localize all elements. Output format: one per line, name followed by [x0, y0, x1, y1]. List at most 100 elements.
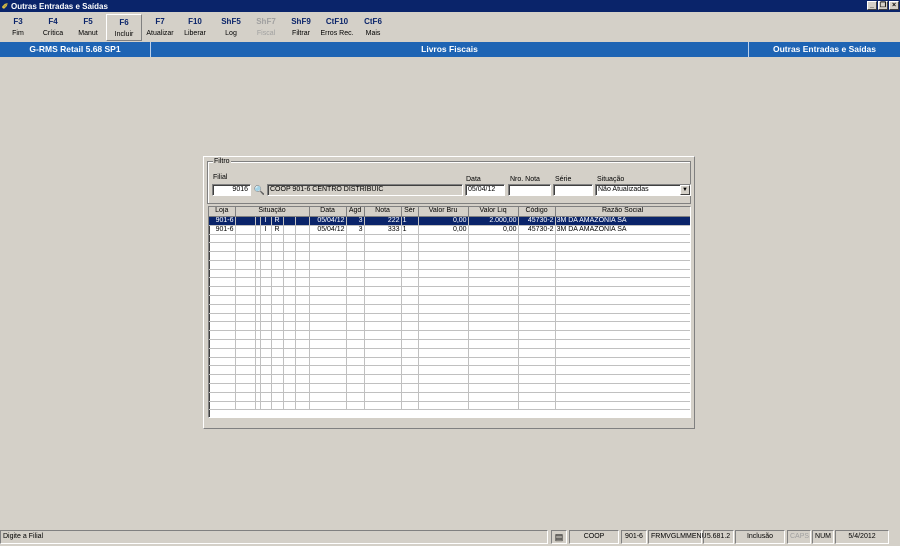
empty-cell: [418, 365, 469, 376]
empty-cell: [309, 374, 347, 385]
empty-cell: [209, 269, 236, 279]
toolbar-button-log[interactable]: ShF5 Log: [213, 14, 249, 41]
fkey-label: Mais: [365, 30, 381, 37]
empty-cell: [468, 348, 519, 358]
toolbar-button-incluir[interactable]: F6 Incluir: [106, 14, 142, 41]
empty-cell: [309, 234, 347, 244]
empty-cell: [364, 251, 402, 261]
empty-cell: [235, 286, 256, 297]
empty-cell: [555, 251, 690, 261]
empty-cell: [518, 234, 556, 244]
toolbar-button-manut[interactable]: F5 Manut: [70, 14, 106, 41]
filial-input[interactable]: 9016: [212, 184, 251, 196]
empty-cell: [283, 269, 296, 279]
cell-agd: 3: [346, 216, 365, 226]
col-header-agd[interactable]: Agd: [346, 207, 365, 217]
toolbar-button-erros-rec[interactable]: CtF10 Erros Rec.: [319, 14, 355, 41]
empty-cell: [418, 295, 469, 305]
empty-cell: [468, 339, 519, 349]
empty-row: [209, 330, 690, 341]
cell-valor-liq: 2.000,00: [468, 216, 519, 226]
empty-cell: [518, 286, 556, 297]
empty-cell: [295, 234, 310, 244]
nro-nota-input[interactable]: [508, 184, 551, 196]
main-panel: Filtro Filial 9016 🔍 COOP 901-6 CENTRO D…: [203, 156, 695, 429]
col-header-nota[interactable]: Nota: [364, 207, 402, 217]
empty-cell: [209, 383, 236, 393]
results-grid[interactable]: Loja Situação Data Agd Nota Sér Valor Br…: [208, 206, 691, 418]
empty-cell: [555, 269, 690, 279]
col-header-valor-bru[interactable]: Valor Bru: [418, 207, 469, 217]
empty-cell: [518, 242, 556, 253]
toolbar-button-fiscal[interactable]: ShF7 Fiscal: [248, 14, 284, 41]
col-header-loja[interactable]: Loja: [209, 207, 236, 217]
empty-cell: [468, 374, 519, 385]
col-header-ser[interactable]: Sér: [401, 207, 419, 217]
cell-situacao-4: R: [271, 225, 284, 235]
chevron-down-icon[interactable]: ▼: [680, 185, 690, 195]
empty-cell: [401, 242, 419, 253]
empty-cell: [401, 260, 419, 270]
filter-legend: Filtro: [213, 158, 231, 165]
empty-cell: [468, 321, 519, 332]
empty-cell: [401, 348, 419, 358]
toolbar-button-liberar[interactable]: F10 Liberar: [177, 14, 213, 41]
situacao-select[interactable]: Não Atualizadas ▼: [595, 184, 691, 196]
empty-cell: [260, 242, 272, 253]
data-input[interactable]: 05/04/12: [465, 184, 505, 196]
toolbar-button-mais[interactable]: CtF6 Mais: [355, 14, 391, 41]
empty-cell: [468, 242, 519, 253]
empty-cell: [518, 374, 556, 385]
empty-cell: [346, 260, 365, 270]
empty-cell: [555, 339, 690, 349]
empty-cell: [468, 365, 519, 376]
col-header-situacao[interactable]: Situação: [235, 207, 310, 217]
empty-cell: [309, 365, 347, 376]
serie-input[interactable]: [553, 184, 593, 196]
empty-cell: [418, 321, 469, 332]
minimize-button[interactable]: _: [867, 1, 877, 10]
empty-cell: [283, 348, 296, 358]
col-header-data[interactable]: Data: [309, 207, 347, 217]
binoculars-search-icon[interactable]: 🔍: [253, 184, 266, 196]
restore-button[interactable]: ❐: [878, 1, 888, 10]
empty-cell: [346, 383, 365, 393]
empty-cell: [209, 348, 236, 358]
col-header-razao-social[interactable]: Razão Social: [555, 207, 690, 217]
empty-cell: [346, 277, 365, 288]
empty-cell: [364, 260, 402, 270]
toolbar-button-critica[interactable]: F4 Crítica: [35, 14, 71, 41]
empty-cell: [260, 365, 272, 376]
empty-cell: [309, 277, 347, 288]
empty-row: [209, 357, 690, 367]
col-header-codigo[interactable]: Código: [518, 207, 556, 217]
toolbar-button-filtrar[interactable]: ShF9 Filtrar: [283, 14, 319, 41]
close-button[interactable]: ×: [889, 1, 899, 10]
empty-cell: [468, 260, 519, 270]
empty-cell: [364, 339, 402, 349]
function-key-toolbar: F3 Fim F4 Crítica F5 Manut F6 Incluir F7…: [0, 14, 900, 41]
empty-cell: [271, 260, 284, 270]
empty-cell: [346, 313, 365, 323]
empty-cell: [518, 260, 556, 270]
toolbar-button-atualizar[interactable]: F7 Atualizar: [142, 14, 178, 41]
empty-cell: [309, 295, 347, 305]
empty-cell: [555, 357, 690, 367]
table-row[interactable]: 901-6 I R 05/04/12 3 222 1 0,00 2.000,00…: [209, 216, 690, 226]
empty-cell: [283, 330, 296, 341]
empty-cell: [346, 321, 365, 332]
fkey-code: F7: [155, 17, 165, 26]
table-row[interactable]: 901-6 I R 05/04/12 3 333 1 0,00 0,00 457…: [209, 225, 690, 235]
empty-cell: [468, 392, 519, 402]
empty-cell: [271, 286, 284, 297]
empty-cell: [283, 277, 296, 288]
empty-cell: [518, 277, 556, 288]
empty-cell: [468, 383, 519, 393]
empty-cell: [309, 251, 347, 261]
empty-cell: [235, 357, 256, 367]
toolbar-button-fim[interactable]: F3 Fim: [0, 14, 36, 41]
empty-cell: [295, 392, 310, 402]
empty-cell: [271, 321, 284, 332]
col-header-valor-liq[interactable]: Valor Liq: [468, 207, 519, 217]
empty-cell: [235, 383, 256, 393]
